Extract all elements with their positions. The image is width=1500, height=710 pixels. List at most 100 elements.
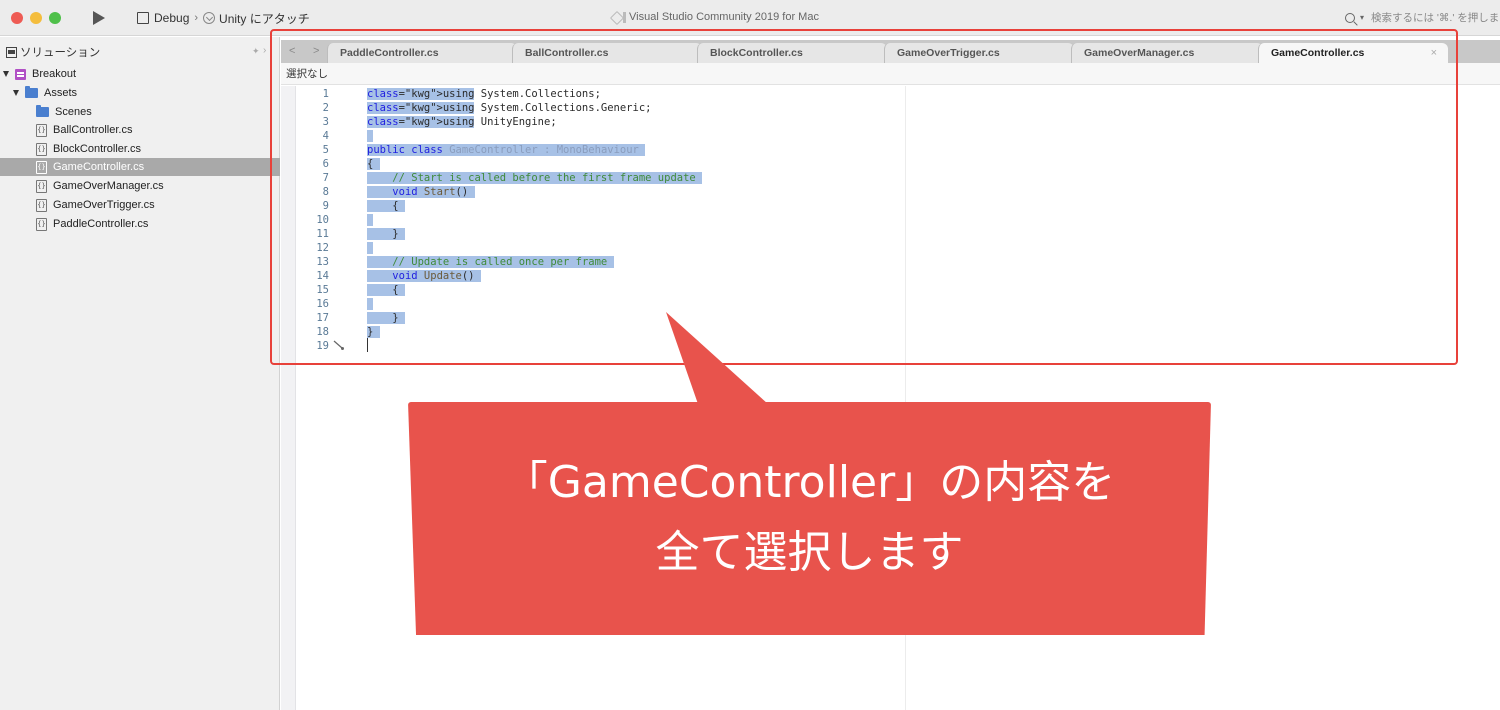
code-line[interactable]: class="kwg">using System.Collections.Gen… [367,101,658,115]
editor-breadcrumb-bar[interactable]: 選択なし [281,63,1500,85]
line-number: 7 [322,172,329,184]
code-line[interactable]: void Update() [367,269,481,283]
tab-gameovermanager[interactable]: GameOverManager.cs [1071,43,1263,63]
line-edit-marker-icon [333,340,344,350]
project-icon [15,68,26,80]
navigate-forward-button[interactable]: > [313,45,319,57]
window-title-text: Visual Studio Community 2019 for Mac [629,11,819,23]
close-window-button[interactable] [11,12,23,24]
tree-item-folder[interactable]: Scenes [0,103,280,121]
run-configuration-selector[interactable]: Debug › Unity にアタッチ [137,10,310,26]
tab-label: GameController.cs [1271,47,1365,59]
tab-label: BlockController.cs [710,47,803,59]
target-label[interactable]: Unity にアタッチ [219,10,310,27]
code-line[interactable]: } [367,227,405,241]
tab-blockcontroller[interactable]: BlockController.cs [697,43,887,63]
minimize-window-button[interactable] [30,12,42,24]
csharp-file-icon: {} [36,198,47,212]
expand-triangle-icon[interactable] [13,90,19,96]
window-title: Visual Studio Community 2019 for Mac [612,11,819,23]
instruction-callout: 「GameController」の内容を 全て選択します [408,402,1211,635]
breadcrumb-separator: › [194,12,199,24]
code-line[interactable]: { [367,199,405,213]
code-line[interactable]: } [367,325,380,339]
tree-item-label: Assets [44,87,78,99]
code-line[interactable]: class="kwg">using UnityEngine; [367,115,563,129]
code-line[interactable]: class="kwg">using System.Collections; [367,87,607,101]
callout-text-line2: 全て選択します [655,527,964,578]
search-input[interactable]: 検索するには '⌘.' を押しま [1371,10,1499,25]
code-line[interactable]: { [367,283,405,297]
search-dropdown-chevron-icon[interactable]: ▾ [1360,13,1364,22]
tree-item-file[interactable]: {} BallController.cs [0,121,280,139]
line-number: 16 [316,298,329,310]
tab-ballcontroller[interactable]: BallController.cs [512,43,702,63]
title-bar: Debug › Unity にアタッチ Visual Studio Commun… [0,0,1500,36]
line-number: 6 [322,158,329,170]
tree-item-file[interactable]: {} PaddleController.cs [0,215,280,233]
text-caret [367,338,368,352]
code-line[interactable]: { [367,157,380,171]
code-line[interactable]: void Start() [367,185,475,199]
tree-item-label: GameOverManager.cs [53,180,164,192]
callout-text-line1: 「GameController」の内容を [503,457,1116,508]
code-line[interactable] [367,241,374,255]
tree-item-label: Scenes [55,106,92,118]
csharp-file-icon: {} [36,160,47,174]
tree-item-label: PaddleController.cs [53,218,149,230]
tab-paddlecontroller[interactable]: PaddleController.cs [327,43,517,63]
code-line[interactable] [367,129,374,143]
code-line[interactable]: public class GameController : MonoBehavi… [367,143,646,157]
line-number: 1 [322,88,329,100]
close-tab-icon[interactable]: × [1431,43,1437,64]
tree-item-folder[interactable]: Assets [0,84,280,102]
code-line[interactable]: // Start is called before the first fram… [367,171,703,185]
csharp-file-icon: {} [36,142,47,156]
collapse-pad-chevron-icon[interactable]: › [263,45,266,56]
navigate-back-button[interactable]: < [289,45,295,57]
zoom-window-button[interactable] [49,12,61,24]
line-number: 8 [322,186,329,198]
line-number: 14 [316,270,329,282]
line-number: 18 [316,326,329,338]
pin-icon[interactable]: ✦ [252,46,260,57]
visual-studio-logo-icon [612,11,626,23]
tree-item-label: BlockController.cs [53,143,142,155]
line-number: 5 [322,144,329,156]
code-line[interactable]: // Update is called once per frame [367,255,614,269]
line-number: 11 [316,228,329,240]
tree-item-project[interactable]: Breakout [0,65,280,83]
editor-margin [281,86,296,710]
solution-panel-icon [6,46,17,58]
tab-label: PaddleController.cs [340,47,439,59]
tab-gameovertrigger[interactable]: GameOverTrigger.cs [884,43,1074,63]
line-number: 3 [322,116,329,128]
solution-pad-header: ソリューション [6,44,100,60]
tree-item-file[interactable]: {} BlockController.cs [0,140,280,158]
tree-item-file-selected[interactable]: {} GameController.cs [0,158,280,176]
unity-icon [203,12,216,24]
code-line[interactable] [367,297,374,311]
csharp-file-icon: {} [36,217,47,231]
folder-icon [25,86,38,98]
folder-icon [36,105,49,117]
search-icon [1345,12,1355,23]
tree-item-file[interactable]: {} GameOverTrigger.cs [0,196,280,214]
global-search[interactable]: ▾ 検索するには '⌘.' を押しま [1345,10,1499,25]
line-number: 4 [322,130,329,142]
code-line[interactable]: } [367,311,405,325]
solution-pad-title: ソリューション [20,47,101,59]
line-number: 19 [316,340,329,352]
breadcrumb-text[interactable]: 選択なし [286,68,328,80]
tree-item-label: GameController.cs [53,161,145,173]
line-number: 10 [316,214,329,226]
configuration-label[interactable]: Debug [154,11,189,25]
code-line[interactable] [367,213,374,227]
configuration-box-icon [137,12,149,24]
tree-item-label: BallController.cs [53,124,133,136]
run-play-icon[interactable] [93,11,105,25]
tree-item-file[interactable]: {} GameOverManager.cs [0,177,280,195]
tab-gamecontroller[interactable]: GameController.cs × [1258,43,1448,63]
expand-triangle-icon[interactable] [3,71,9,77]
line-number: 13 [316,256,329,268]
